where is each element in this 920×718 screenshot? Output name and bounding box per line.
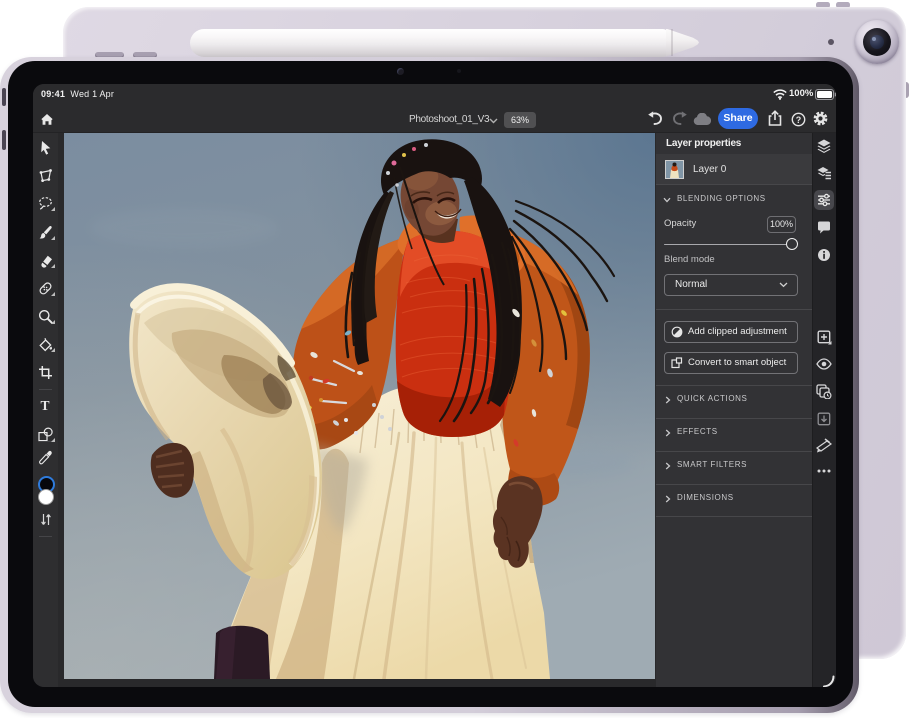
svg-text:?: ? [796, 114, 802, 124]
